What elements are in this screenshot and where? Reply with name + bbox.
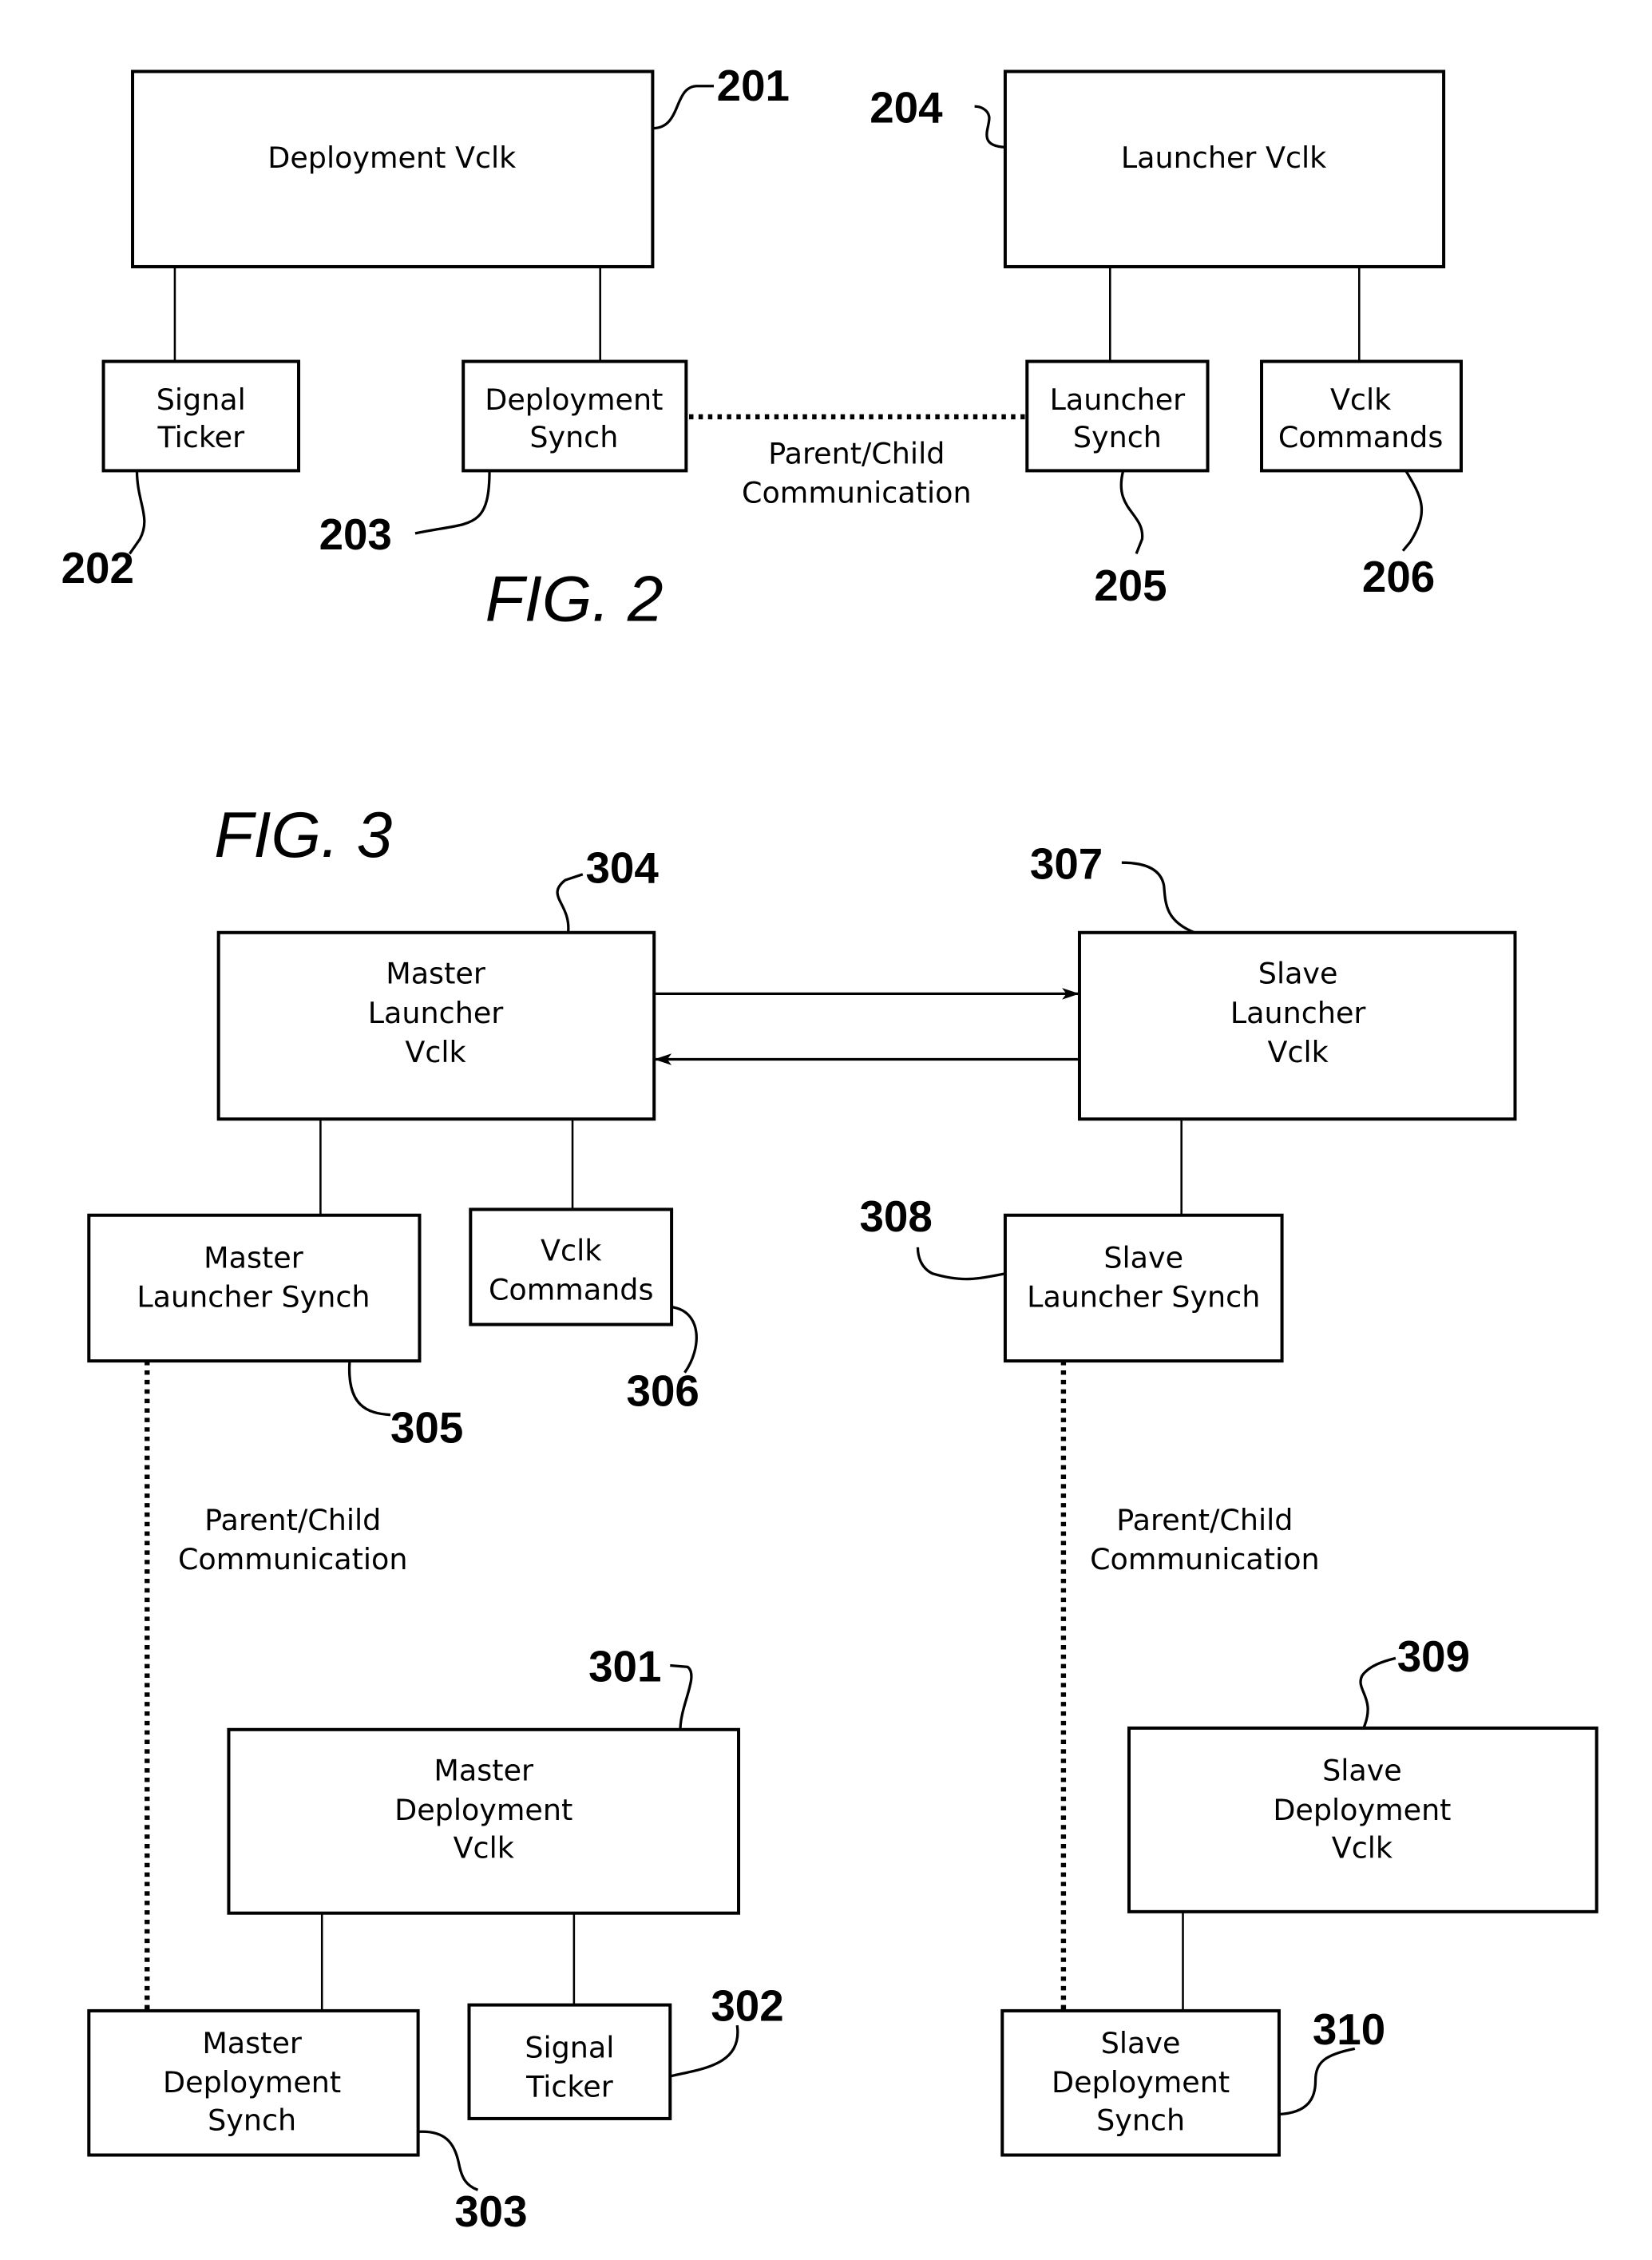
block-label: Deployment Vclk: [267, 141, 517, 175]
link-label: Communication: [1090, 1542, 1320, 1576]
block-launcher-synch: Launcher Synch: [1025, 359, 1210, 473]
ref-202: 202: [61, 543, 134, 593]
ref-301: 301: [588, 1642, 661, 1691]
patent-figures: FIG. 2 Deployment Vclk 201 Signal Ticker…: [61, 61, 1599, 2236]
fig2-title: FIG. 2: [485, 563, 664, 635]
ref-307: 307: [1030, 839, 1103, 888]
block-label: Commands: [489, 1273, 654, 1307]
block-label: Deployment: [1052, 2065, 1230, 2099]
block-label: Launcher Synch: [1027, 1280, 1260, 1314]
block-label: Signal: [525, 2030, 614, 2064]
block-label: Launcher Synch: [137, 1280, 370, 1314]
ref-303: 303: [454, 2187, 527, 2236]
ref-205: 205: [1094, 561, 1167, 610]
block-label: Synch: [208, 2103, 296, 2138]
block-label: Slave: [1101, 2026, 1181, 2060]
block-vclk-commands: Vclk Commands: [1260, 359, 1463, 473]
leader-line: [129, 470, 146, 555]
block-label: Vclk: [405, 1035, 466, 1069]
block-label: Vclk: [454, 1830, 515, 1865]
block-label: Master: [434, 1754, 533, 1788]
block-label: Vclk: [541, 1233, 602, 1267]
block-label: Launcher: [368, 996, 504, 1030]
figure-2: FIG. 2 Deployment Vclk 201 Signal Ticker…: [61, 61, 1463, 635]
leader-line: [652, 85, 715, 130]
leader-line: [1359, 1656, 1396, 1729]
block-label: Slave: [1103, 1240, 1183, 1275]
block-master-deployment-vclk: Master Deployment Vclk: [227, 1727, 741, 1915]
block-label: Synch: [1096, 2103, 1185, 2138]
block-label: Vclk: [1332, 1830, 1393, 1865]
ref-302: 302: [711, 1981, 783, 2031]
fig3-title: FIG. 3: [214, 799, 392, 871]
ref-206: 206: [1362, 552, 1435, 601]
block-slave-deployment-synch: Slave Deployment Synch: [1000, 2008, 1281, 2157]
block-label: Deployment: [485, 383, 663, 417]
block-label: Deployment: [1273, 1793, 1451, 1827]
block-label: Synch: [529, 420, 618, 454]
leader-line: [347, 1361, 391, 1417]
leader-line: [1119, 470, 1144, 555]
block-label: Master: [204, 1240, 303, 1275]
block-label: Ticker: [156, 420, 244, 454]
ref-203: 203: [319, 509, 392, 559]
link-label: Parent/Child: [1116, 1503, 1293, 1537]
block-slave-launcher-vclk: Slave Launcher Vclk: [1077, 930, 1517, 1121]
link-label: Communication: [178, 1542, 408, 1576]
block-slave-launcher-synch: Slave Launcher Synch: [1003, 1213, 1284, 1363]
leader-line: [556, 873, 584, 933]
block-signal-ticker: Signal Ticker: [467, 2003, 672, 2120]
block-label: Master: [386, 957, 485, 991]
link-label: Communication: [742, 476, 972, 510]
block-label: Deployment: [394, 1793, 572, 1827]
link-label: Parent/Child: [768, 436, 945, 470]
leader-line: [414, 470, 491, 535]
block-label: Slave: [1322, 1754, 1402, 1788]
leader-line: [1401, 470, 1424, 552]
block-master-deployment-synch: Master Deployment Synch: [87, 2008, 420, 2157]
block-label: Launcher: [1230, 996, 1366, 1030]
figure-3: FIG. 3 Master Launcher Vclk 304 Slave La…: [87, 799, 1599, 2236]
leader-line: [670, 1663, 693, 1730]
block-label: Master: [202, 2026, 302, 2060]
block-label: Slave: [1258, 957, 1338, 991]
link-label: Parent/Child: [204, 1503, 381, 1537]
block-label: Vclk: [1267, 1035, 1329, 1069]
block-label: Synch: [1073, 420, 1162, 454]
leader-line: [671, 1306, 698, 1374]
block-deployment-synch: Deployment Synch: [462, 359, 688, 473]
leader-line: [1121, 861, 1195, 934]
leader-line: [916, 1247, 1006, 1281]
ref-201: 201: [717, 61, 790, 110]
ref-204: 204: [870, 82, 943, 132]
leader-line: [669, 2024, 739, 2078]
block-label: Signal: [156, 383, 246, 417]
ref-305: 305: [390, 1402, 463, 1452]
leader-line: [974, 105, 1006, 149]
leader-line: [418, 2130, 479, 2191]
block-master-launcher-synch: Master Launcher Synch: [87, 1213, 422, 1363]
block-label: Vclk: [1330, 383, 1392, 417]
block-label: Launcher Vclk: [1121, 141, 1327, 175]
leader-line: [1278, 2047, 1356, 2116]
ref-304: 304: [585, 843, 659, 893]
block-signal-ticker: Signal Ticker: [101, 359, 301, 473]
block-label: Deployment: [163, 2065, 341, 2099]
block-deployment-vclk: Deployment Vclk: [131, 69, 655, 268]
ref-310: 310: [1313, 2004, 1385, 2054]
block-label: Launcher: [1050, 383, 1186, 417]
ref-308: 308: [859, 1191, 932, 1241]
block-label: Commands: [1278, 420, 1444, 454]
block-vclk-commands: Vclk Commands: [469, 1207, 674, 1326]
block-launcher-vclk: Launcher Vclk: [1003, 69, 1446, 268]
ref-309: 309: [1397, 1632, 1470, 1681]
ref-306: 306: [627, 1366, 699, 1416]
block-slave-deployment-vclk: Slave Deployment Vclk: [1127, 1726, 1599, 1913]
block-label: Ticker: [525, 2070, 613, 2104]
block-master-launcher-vclk: Master Launcher Vclk: [216, 930, 656, 1121]
